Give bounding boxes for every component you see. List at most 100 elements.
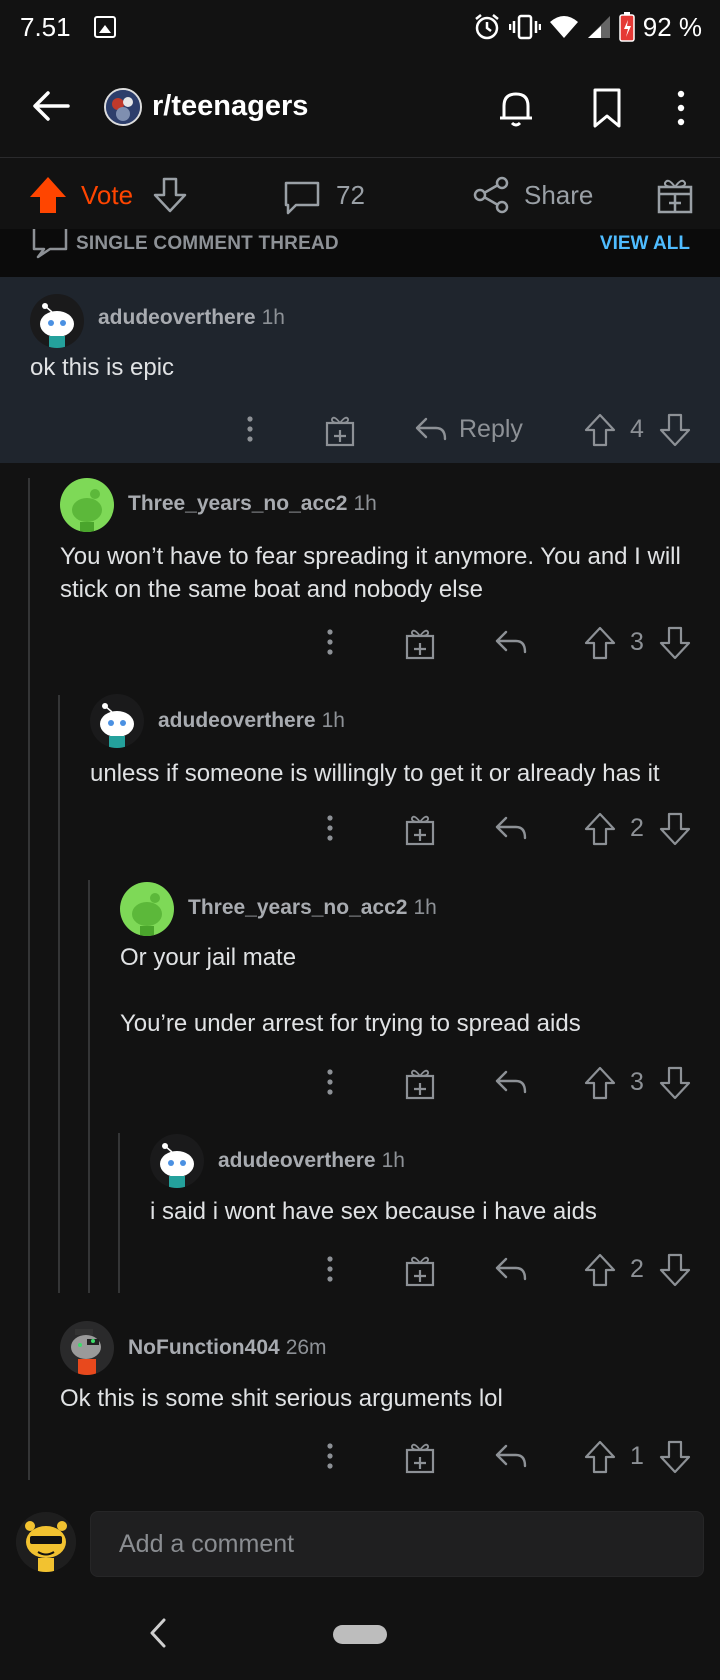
signal-icon xyxy=(587,16,610,38)
subreddit-name[interactable]: r/teenagers xyxy=(152,90,308,123)
snoo-white-avatar[interactable] xyxy=(30,294,84,348)
upvote-icon[interactable] xyxy=(584,626,616,660)
snoo-green-avatar[interactable] xyxy=(60,478,114,532)
comment-composer xyxy=(0,1494,720,1594)
comment-actions: 2 xyxy=(0,809,720,849)
award-icon[interactable] xyxy=(404,625,436,661)
snoo-white-avatar[interactable] xyxy=(150,1134,204,1188)
nav-home-pill[interactable] xyxy=(333,1625,387,1644)
award-icon[interactable] xyxy=(404,1065,436,1101)
comment-actions: 3 xyxy=(0,1063,720,1103)
downvote-icon[interactable] xyxy=(659,1440,691,1474)
comment-actions: Reply 4 xyxy=(0,410,720,450)
comment-body: unless if someone is willingly to get it… xyxy=(90,760,660,787)
comment-time: 1h xyxy=(261,306,285,329)
upvote-icon[interactable] xyxy=(584,812,616,846)
subreddit-avatar[interactable] xyxy=(104,88,142,126)
upvote-icon[interactable] xyxy=(584,1253,616,1287)
more-vertical-icon[interactable] xyxy=(325,1063,335,1103)
wifi-icon xyxy=(549,16,578,38)
reply-icon[interactable] xyxy=(414,415,448,445)
comment-meta: NoFunction404 26m xyxy=(128,1336,327,1360)
more-vertical-icon[interactable] xyxy=(325,1250,335,1290)
comment-score: 2 xyxy=(630,1255,644,1283)
award-icon[interactable] xyxy=(656,175,694,215)
comment-author[interactable]: adudeoverthere xyxy=(158,709,316,732)
bell-icon[interactable] xyxy=(494,86,538,130)
comment-time: 1h xyxy=(321,709,345,732)
upvote-icon[interactable] xyxy=(584,1066,616,1100)
more-vertical-icon[interactable] xyxy=(670,86,692,130)
comment-score: 3 xyxy=(630,628,644,656)
upvote-icon[interactable] xyxy=(584,1440,616,1474)
reply-icon[interactable] xyxy=(494,814,528,844)
comment: NoFunction404 26m Ok this is some shit se… xyxy=(0,1315,720,1485)
share-icon[interactable] xyxy=(472,176,510,214)
more-vertical-icon[interactable] xyxy=(245,410,255,450)
reply-icon[interactable] xyxy=(494,1068,528,1098)
comment-author[interactable]: adudeoverthere xyxy=(98,306,256,329)
user-avatar[interactable] xyxy=(16,1512,76,1572)
comment-score: 2 xyxy=(630,814,644,842)
award-icon[interactable] xyxy=(404,1252,436,1288)
view-all-link[interactable]: VIEW ALL xyxy=(600,233,690,255)
comment-icon[interactable] xyxy=(282,177,322,217)
vibrate-icon xyxy=(508,14,541,40)
reply-icon[interactable] xyxy=(494,1255,528,1285)
downvote-icon[interactable] xyxy=(659,413,691,447)
battery-icon xyxy=(618,12,635,42)
comment-actions: 1 xyxy=(0,1437,720,1477)
comment: adudeoverthere 1h i said i wont have sex … xyxy=(0,1128,720,1298)
comment-body: Ok this is some shit serious arguments l… xyxy=(60,1385,503,1412)
comment: Three_years_no_acc2 1h You won’t have to … xyxy=(0,470,720,670)
award-icon[interactable] xyxy=(404,1439,436,1475)
comment: adudeoverthere 1h ok this is epic Reply 4 xyxy=(0,277,720,463)
award-icon[interactable] xyxy=(324,412,356,448)
downvote-icon[interactable] xyxy=(150,175,190,215)
more-vertical-icon[interactable] xyxy=(325,623,335,663)
comment-author[interactable]: Three_years_no_acc2 xyxy=(188,896,408,919)
snoo-white-avatar[interactable] xyxy=(90,694,144,748)
more-vertical-icon[interactable] xyxy=(325,1437,335,1477)
more-vertical-icon[interactable] xyxy=(325,809,335,849)
single-thread-label: SINGLE COMMENT THREAD xyxy=(76,233,339,254)
status-icons: 92 % xyxy=(473,10,702,44)
award-icon[interactable] xyxy=(404,811,436,847)
comment-score: 4 xyxy=(630,415,644,443)
comment-meta: Three_years_no_acc2 1h xyxy=(128,492,377,516)
reply-button[interactable]: Reply xyxy=(459,415,523,444)
snoo-grey-avatar[interactable] xyxy=(60,1321,114,1375)
share-button[interactable]: Share xyxy=(524,180,593,211)
comment-input[interactable] xyxy=(90,1511,704,1577)
comment-actions: 3 xyxy=(0,623,720,663)
downvote-icon[interactable] xyxy=(659,626,691,660)
battery-percent: 92 % xyxy=(642,11,702,42)
comment-author[interactable]: NoFunction404 xyxy=(128,1336,280,1359)
downvote-icon[interactable] xyxy=(659,1253,691,1287)
upvote-icon[interactable] xyxy=(584,413,616,447)
downvote-icon[interactable] xyxy=(659,1066,691,1100)
nav-back-icon[interactable] xyxy=(146,1616,170,1650)
comment-icon xyxy=(32,229,68,259)
status-time: 7.51 xyxy=(20,12,71,42)
comment-count: 72 xyxy=(336,180,365,210)
reply-icon[interactable] xyxy=(494,628,528,658)
app-header: r/teenagers xyxy=(0,56,720,158)
comment-body: i said i wont have sex because i have ai… xyxy=(150,1198,597,1225)
status-bar: 7.51 92 % xyxy=(0,0,720,56)
comment-meta: Three_years_no_acc2 1h xyxy=(188,896,437,920)
comment-time: 1h xyxy=(353,492,377,515)
comment-meta: adudeoverthere 1h xyxy=(98,306,285,330)
bookmark-icon[interactable] xyxy=(590,86,624,130)
post-action-bar: Vote 72 Share xyxy=(0,159,720,229)
upvote-icon[interactable] xyxy=(28,175,68,215)
vote-label: Vote xyxy=(81,180,134,210)
comment-author[interactable]: adudeoverthere xyxy=(218,1149,376,1172)
comment: adudeoverthere 1h unless if someone is wi… xyxy=(0,688,720,858)
downvote-icon[interactable] xyxy=(659,812,691,846)
comment-author[interactable]: Three_years_no_acc2 xyxy=(128,492,348,515)
comment: Three_years_no_acc2 1h Or your jail mate … xyxy=(0,876,720,1106)
reply-icon[interactable] xyxy=(494,1442,528,1472)
back-arrow-icon[interactable] xyxy=(28,82,76,130)
snoo-green-avatar[interactable] xyxy=(120,882,174,936)
